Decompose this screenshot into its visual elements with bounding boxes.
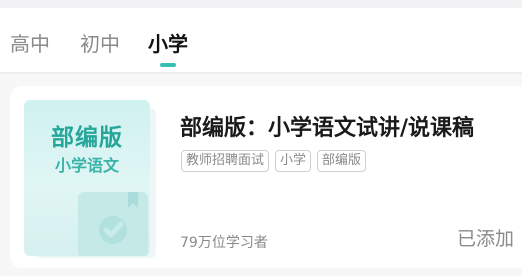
tab-primary-school[interactable]: 小学 xyxy=(148,28,188,57)
course-card[interactable]: 部编版 小学语文 部编版：小学语文试讲/说课稿 教师招聘面试 小学 部编版 79万位… xyxy=(10,86,522,268)
cover-front: 部编版 小学语文 xyxy=(24,100,150,256)
level-tabs: 高中 初中 小学 xyxy=(0,8,522,72)
tag-edition: 部编版 xyxy=(317,150,367,172)
top-strip xyxy=(0,0,522,8)
course-cover[interactable]: 部编版 小学语文 xyxy=(24,100,156,258)
course-tags: 教师招聘面试 小学 部编版 xyxy=(181,150,372,172)
tab-high-school[interactable]: 高中 xyxy=(10,28,50,57)
check-icon xyxy=(99,192,138,244)
added-status-button[interactable]: 已添加 xyxy=(457,224,514,251)
book-illustration xyxy=(78,192,148,256)
tag-level: 小学 xyxy=(275,150,312,172)
cover-title: 部编版 xyxy=(51,125,123,151)
learner-count: 79万位学习者 xyxy=(180,235,268,251)
active-tab-indicator xyxy=(160,63,176,67)
tab-middle-school[interactable]: 初中 xyxy=(80,28,120,57)
cover-subtitle: 小学语文 xyxy=(54,156,119,175)
tag-exam-type: 教师招聘面试 xyxy=(181,150,270,172)
course-title[interactable]: 部编版：小学语文试讲/说课稿 xyxy=(180,110,474,142)
